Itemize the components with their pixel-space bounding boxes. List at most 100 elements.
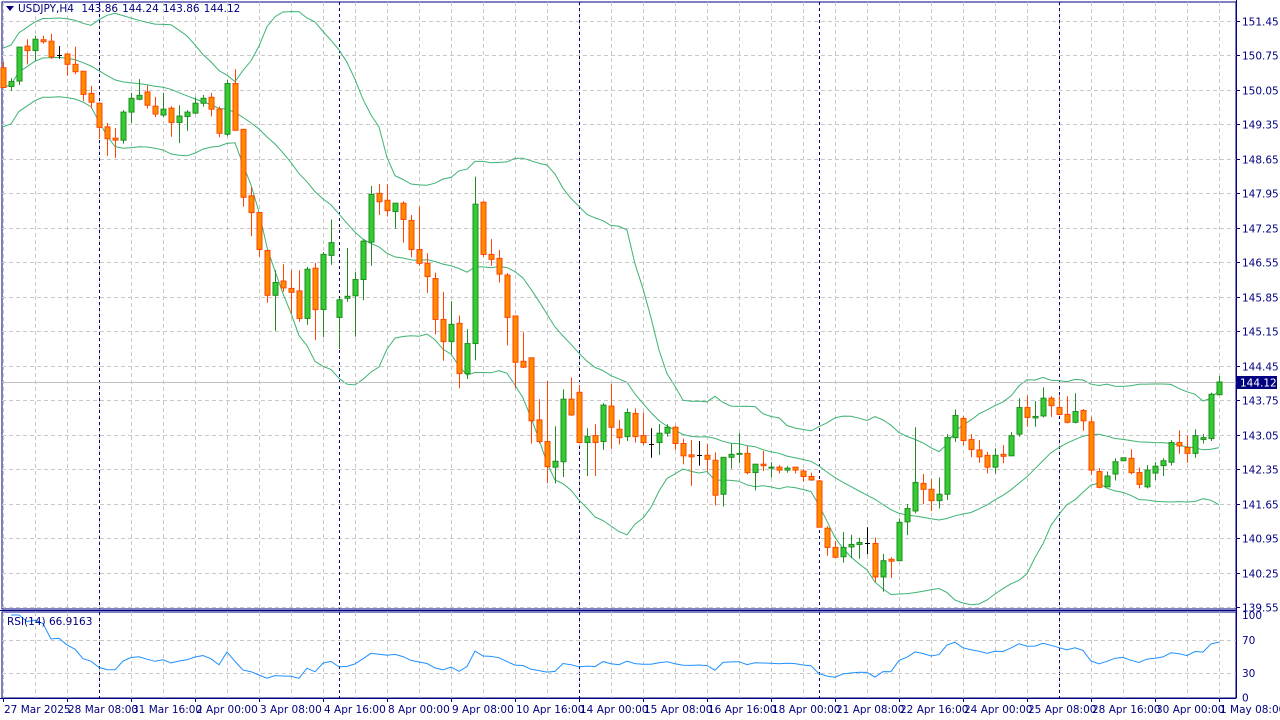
candle-bear: [712, 459, 719, 496]
candle-bull: [184, 111, 191, 118]
candle-bear: [1000, 453, 1007, 457]
candle-bear: [744, 452, 751, 474]
candle-bear: [432, 278, 439, 320]
time-label: 3 Apr 08:00: [260, 704, 322, 716]
candle-bear: [704, 454, 711, 460]
candle-bear: [832, 546, 839, 558]
candle-bull: [944, 437, 951, 495]
candle-bear: [672, 426, 679, 445]
candle-bull: [472, 203, 479, 345]
candle-bull: [1208, 393, 1215, 440]
time-label: 2 Apr 00:00: [196, 704, 258, 716]
candle-bear: [1176, 442, 1183, 447]
rsi-tick-label: 30: [1242, 668, 1255, 680]
open-value: 143.86: [81, 3, 119, 15]
candle-bull: [392, 202, 399, 213]
time-label: 14 Apr 00:00: [580, 704, 648, 716]
candle-bull: [128, 97, 135, 113]
candle-bear: [1128, 457, 1135, 474]
price-tick-label: 145.85: [1242, 293, 1279, 305]
candle-bull: [1016, 407, 1023, 435]
time-label: 31 Mar 16:00: [132, 704, 202, 716]
candle-bull: [584, 436, 591, 444]
price-tick-label: 144.45: [1242, 362, 1279, 374]
candle-bull: [16, 46, 23, 82]
candle-bull: [848, 543, 855, 548]
candle-bear: [240, 128, 247, 198]
candle-bear: [440, 318, 447, 343]
candle-bear: [1080, 410, 1087, 422]
candle-bear: [984, 454, 991, 468]
candle-bear: [824, 527, 831, 548]
price-tick-label: 143.05: [1242, 431, 1279, 443]
candle-bear: [1048, 397, 1055, 407]
candle-bear: [576, 391, 583, 444]
candle-bull: [912, 481, 919, 512]
candle-bear: [96, 102, 103, 128]
candle-bull: [1144, 469, 1151, 488]
candle-bear: [1024, 407, 1031, 418]
candle-bear: [1136, 472, 1143, 485]
candle-bull: [840, 546, 847, 558]
candle-bear: [976, 449, 983, 458]
candle-bull: [656, 432, 663, 444]
price-tick-label: 149.35: [1242, 120, 1279, 132]
candle-bear: [232, 83, 239, 131]
candle-bear: [512, 315, 519, 363]
symbol-label: USDJPY,H4: [18, 3, 74, 15]
candle-bear: [264, 249, 271, 296]
price-chart[interactable]: 151.45 150.75 150.05 149.35 148.65 147.95 147.…: [0, 0, 1280, 720]
main-plot-frame: [1, 1, 1237, 610]
time-label: 21 Apr 08:00: [836, 704, 904, 716]
candle-bull: [304, 268, 311, 319]
dropdown-triangle-icon[interactable]: [6, 6, 14, 11]
candle-bull: [352, 279, 359, 297]
candle-bear: [536, 419, 543, 443]
candle-bull: [720, 456, 727, 495]
candle-bear: [376, 192, 383, 203]
candle-bear: [496, 257, 503, 275]
candle-bear: [872, 542, 879, 578]
candle-bull: [1112, 461, 1119, 475]
candle-bear: [296, 290, 303, 319]
time-label: 28 Mar 08:00: [68, 704, 138, 716]
candle-bear: [152, 105, 159, 115]
candle-bull: [600, 404, 607, 443]
candle-bear: [144, 91, 151, 106]
candle-bear: [64, 53, 71, 65]
candle-bull: [1120, 457, 1127, 462]
time-label: 4 Apr 16:00: [324, 704, 386, 716]
candle-bull: [344, 295, 351, 299]
candle-bull: [176, 115, 183, 123]
low-value: 143.86: [162, 3, 200, 15]
candle-bear: [256, 212, 263, 250]
candle-bear: [544, 441, 551, 468]
candle-bear: [968, 439, 975, 450]
candle-bull: [200, 97, 207, 104]
candle-bull: [32, 38, 39, 52]
price-tick-label: 143.75: [1242, 396, 1279, 408]
current-price-label: 144.12: [1240, 378, 1277, 390]
price-tick-label: 151.45: [1242, 17, 1279, 29]
candle-bear: [480, 201, 487, 255]
candle-bull: [1008, 435, 1015, 457]
candle-bull: [904, 508, 911, 523]
rsi-tick-label: 100: [1242, 610, 1262, 622]
candle-bull: [1200, 437, 1207, 441]
candle-bear: [168, 107, 175, 123]
candle-bear: [688, 454, 695, 458]
candle-bear: [48, 40, 55, 58]
candle-bull: [360, 240, 367, 281]
candle-bear: [608, 405, 615, 428]
candle-bear: [72, 63, 79, 73]
candle-bear: [416, 248, 423, 264]
candle-bear: [792, 466, 799, 471]
candle-bear: [888, 558, 895, 562]
candle-bull: [936, 493, 943, 502]
candle-bull: [552, 460, 559, 468]
candle-bull: [1032, 415, 1039, 419]
time-label: 15 Apr 08:00: [644, 704, 712, 716]
candle-bull: [120, 111, 127, 141]
price-tick-label: 150.05: [1242, 86, 1279, 98]
candle-bear: [384, 199, 391, 212]
